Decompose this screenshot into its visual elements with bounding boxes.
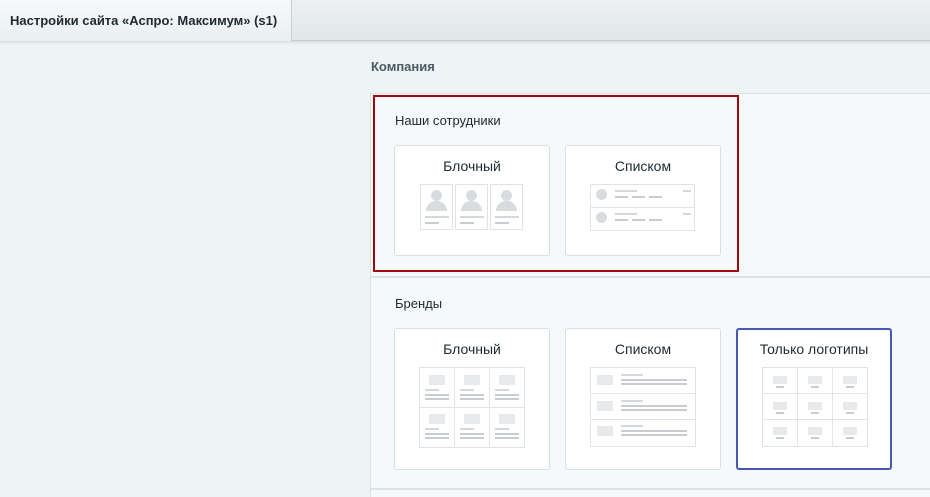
option-label: Блочный [443,158,501,174]
brands-option-list[interactable]: Списком [565,328,721,470]
brands-group-label: Бренды [395,296,443,311]
option-label: Списком [614,158,672,174]
staff-option-list[interactable]: Списком [565,145,721,256]
brands-block-thumbnail [419,367,525,448]
tab-bar: Настройки сайта «Аспро: Максимум» (s1) [0,0,930,41]
section-title: Компания [371,59,435,74]
settings-window: Настройки сайта «Аспро: Максимум» (s1) К… [0,0,930,497]
tab-site-settings[interactable]: Настройки сайта «Аспро: Максимум» (s1) [0,0,292,41]
staff-group-label: Наши сотрудники [395,113,501,128]
brands-option-logos[interactable]: Только логотипы [736,328,892,470]
staff-list-thumbnail [590,184,695,231]
tab-bar-shadow [0,41,930,45]
option-label: Блочный [443,341,501,357]
staff-option-block[interactable]: Блочный [394,145,550,256]
next-panel [370,489,930,497]
option-label: Списком [614,341,672,357]
tab-title: Настройки сайта «Аспро: Максимум» (s1) [10,13,278,28]
brands-option-block[interactable]: Блочный [394,328,550,470]
brands-logos-thumbnail [762,367,868,447]
brands-list-thumbnail [590,367,696,447]
option-label: Только логотипы [759,341,869,357]
